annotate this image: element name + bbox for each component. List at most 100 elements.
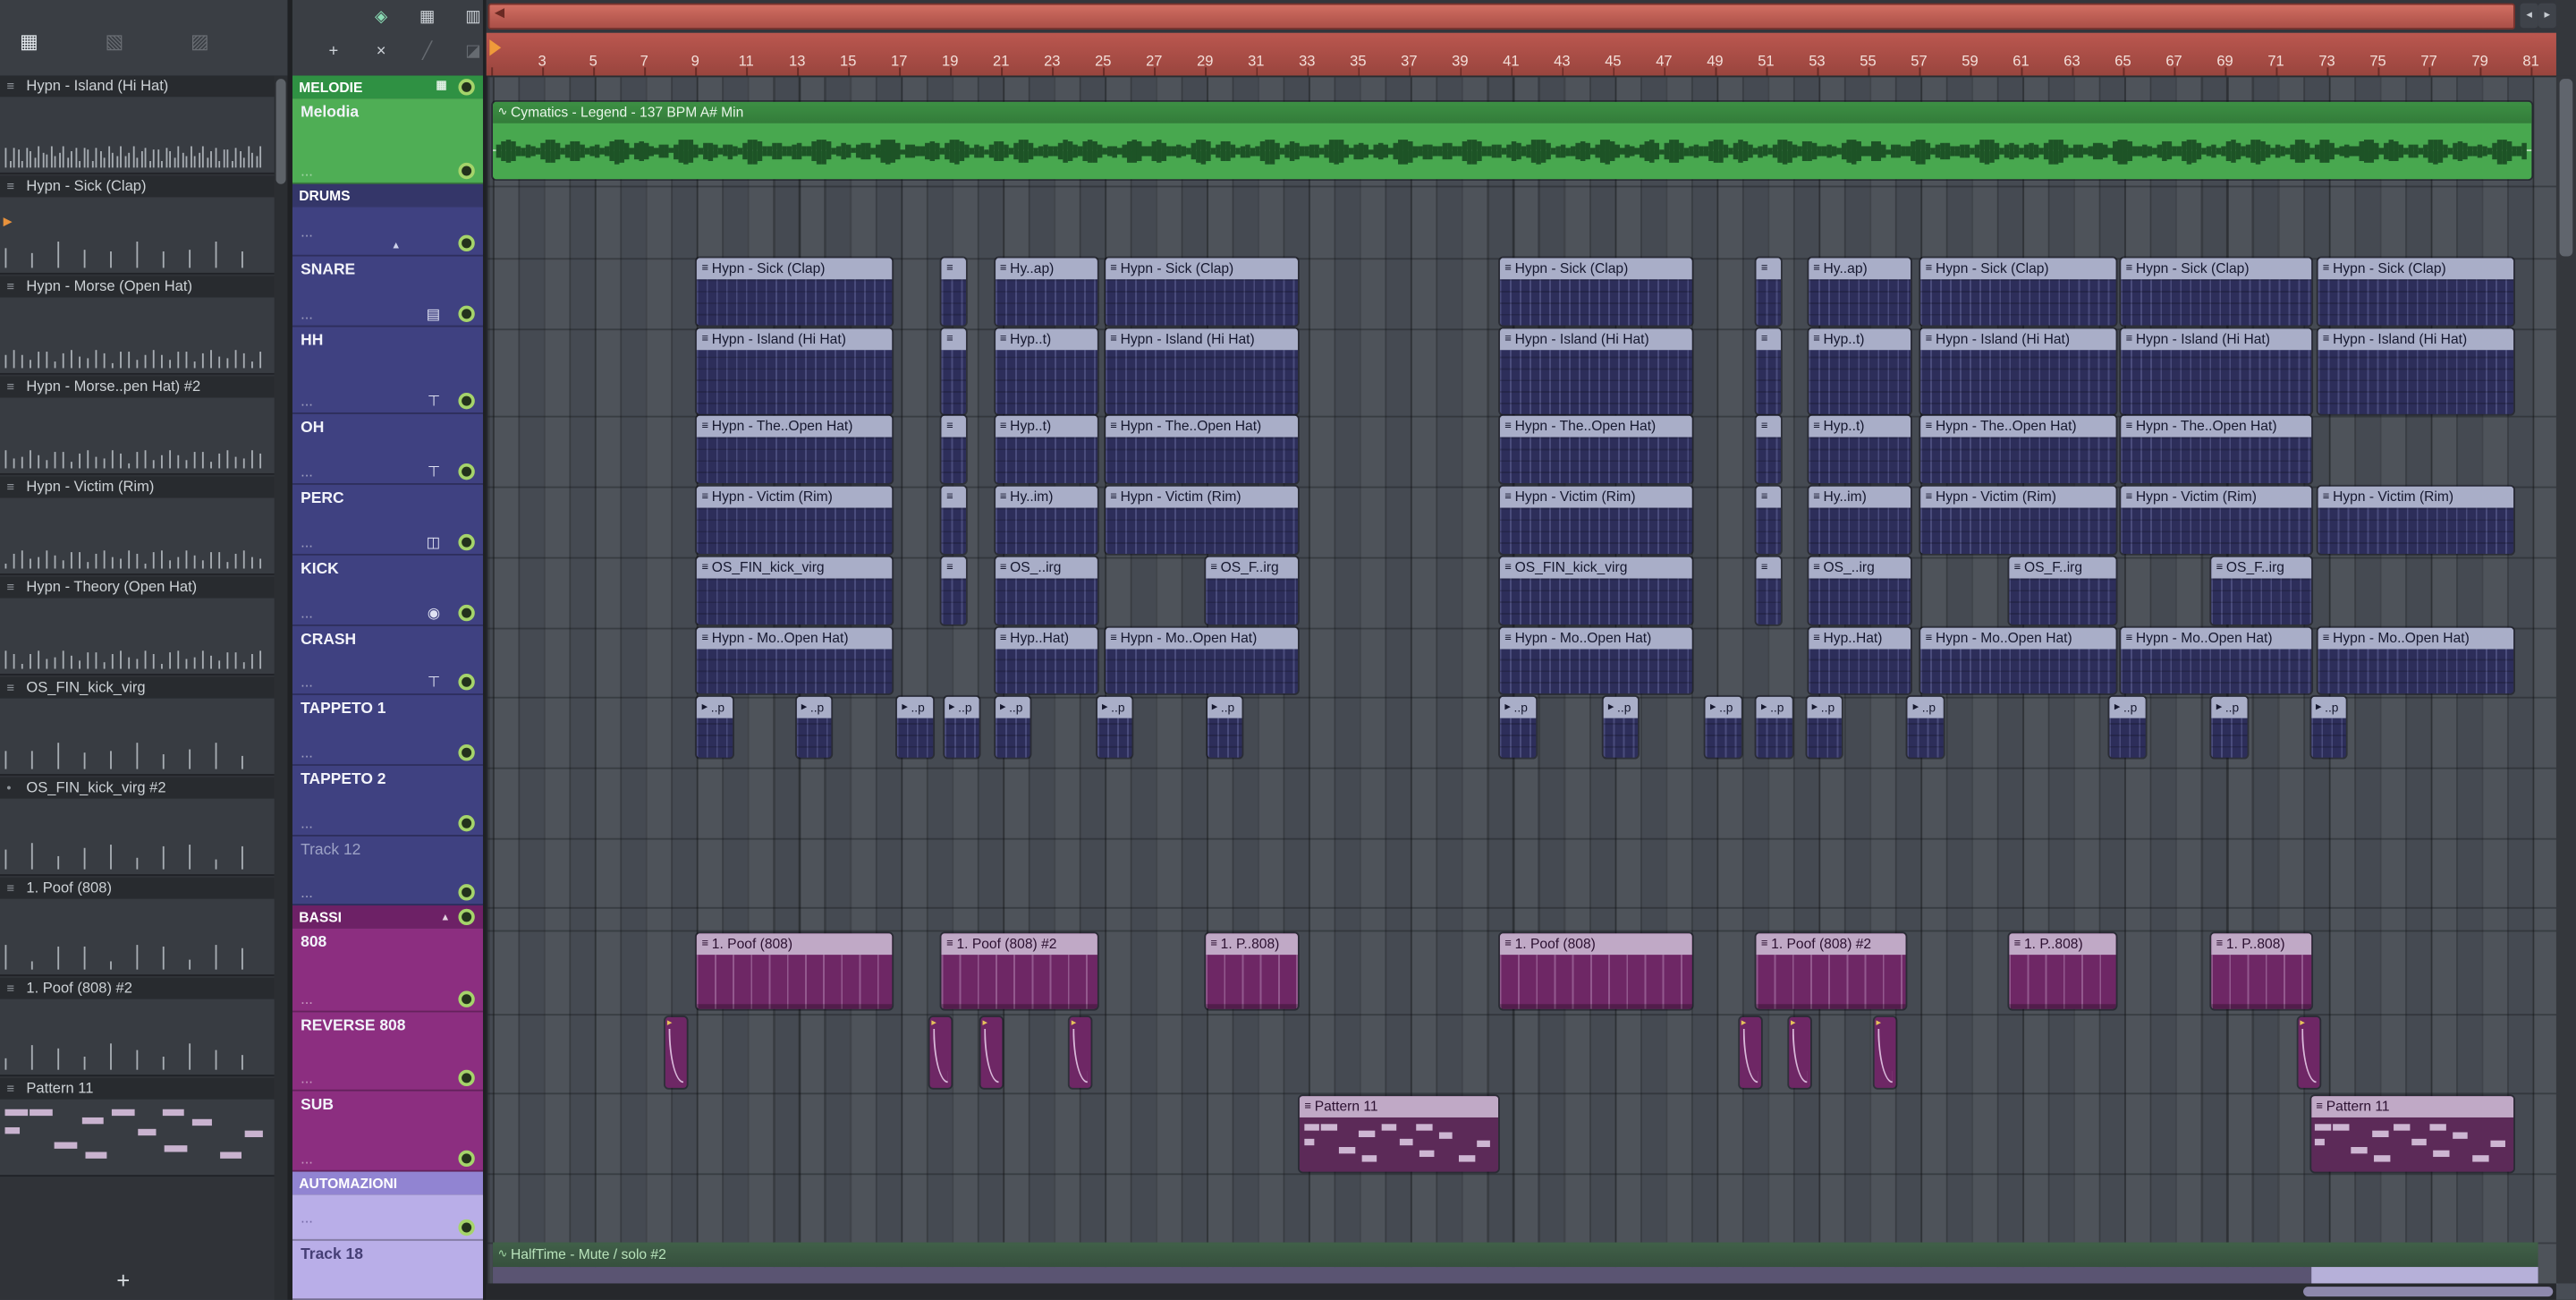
clip-header[interactable]: ≡ OS_F..irg — [2211, 557, 2312, 579]
clip-header[interactable]: ∿ Cymatics - Legend - 137 BPM A# Min — [493, 101, 2531, 123]
clip-header[interactable]: ≡ Hyp..t) — [995, 328, 1097, 351]
track-led[interactable] — [458, 908, 475, 926]
pattern-grid-icon[interactable]: ▥ — [462, 8, 485, 26]
track-led[interactable] — [458, 815, 475, 832]
clip-header[interactable]: ≡ Hyp..Hat) — [995, 627, 1097, 650]
clip-header[interactable]: ≡ Hyp..t) — [1808, 328, 1911, 351]
clip-header[interactable]: ∿ HalfTime - Mute / solo #2 — [493, 1242, 2539, 1268]
clip-crash[interactable]: ≡ Hypn - Mo..Open Hat) — [1920, 627, 2116, 694]
clip-sub[interactable]: ≡ Pattern 11 — [2311, 1096, 2513, 1172]
scroll-right-button[interactable]: ▸ — [2538, 3, 2556, 29]
add-pattern-button[interactable]: + — [98, 1267, 148, 1293]
clip-header[interactable]: ≡ — [941, 258, 967, 280]
clip-kick[interactable]: ≡ OS_F..irg — [1205, 557, 1298, 625]
playlist-grid[interactable]: ∿ Cymatics - Legend - 137 BPM A# Min ≡ Hypn… — [486, 75, 2558, 1286]
clip-header[interactable]: ▸ ..p — [1807, 696, 1843, 718]
track-group-drums[interactable]: DRUMS — [292, 183, 483, 208]
pattern-item[interactable]: ≡ Hypn - Theory (Open Hat) — [0, 576, 275, 677]
slice-icon[interactable]: ╱ — [416, 43, 439, 61]
clip-tappeto-1[interactable]: ▸ ..p — [995, 696, 1030, 758]
clip-reverse-808[interactable]: ▸ — [1069, 1016, 1091, 1088]
pattern-item[interactable]: ≡ Hypn - Victim (Rim) — [0, 476, 275, 577]
clip-tappeto-1[interactable]: ▸ ..p — [2211, 696, 2247, 758]
clip-hh[interactable]: ≡ — [1756, 328, 1782, 414]
clip-perc[interactable]: ≡ Hypn - Victim (Rim) — [1499, 486, 1692, 554]
clip-header[interactable]: ≡ Hypn - Mo..Open Hat) — [1105, 627, 1298, 650]
track-led[interactable] — [458, 162, 475, 180]
clip-header[interactable]: ≡ Hypn - Sick (Clap) — [2121, 258, 2312, 280]
clip-reverse-808[interactable]: ▸ — [665, 1016, 687, 1088]
clip-header[interactable]: ≡ Hy..im) — [1808, 486, 1911, 508]
track-led[interactable] — [458, 744, 475, 761]
pattern-item[interactable]: ≡ OS_FIN_kick_virg — [0, 676, 275, 777]
clip-perc[interactable]: ≡ Hypn - Victim (Rim) — [2121, 486, 2312, 554]
track-header-reverse-808[interactable]: REVERSE 808... — [292, 1012, 483, 1092]
clip-header[interactable]: ≡ Hypn - Island (Hi Hat) — [2121, 328, 2312, 351]
pattern-item[interactable]: ≡ Hypn - Morse (Open Hat) — [0, 276, 275, 377]
playhead-marker[interactable] — [489, 39, 502, 56]
paint-grid-icon[interactable]: ▦ — [416, 8, 439, 26]
magnet-icon[interactable]: ◈ — [369, 8, 393, 26]
clip-tappeto-1[interactable]: ▸ ..p — [1603, 696, 1639, 758]
clip-perc[interactable]: ≡ Hypn - Victim (Rim) — [2318, 486, 2513, 554]
clip-crash[interactable]: ≡ Hypn - Mo..Open Hat) — [2121, 627, 2312, 694]
track-led[interactable] — [458, 533, 475, 551]
clip-header[interactable]: ≡ Hypn - The..Open Hat) — [697, 415, 894, 438]
track-led[interactable] — [458, 234, 475, 252]
clip-header[interactable]: ≡ 1. P..808) — [1205, 933, 1298, 956]
pattern-item[interactable]: ≡ 1. Poof (808) #2 — [0, 977, 275, 1078]
clip-header[interactable]: ≡ Hy..ap) — [1808, 258, 1911, 280]
clip-crash[interactable]: ≡ Hypn - Mo..Open Hat) — [2318, 627, 2513, 694]
scroll-left-button[interactable]: ◂ — [2520, 3, 2538, 29]
vertical-scrollbar[interactable] — [2555, 75, 2576, 1284]
scrollbar-thumb[interactable] — [2303, 1287, 2554, 1297]
clip-tappeto-1[interactable]: ▸ ..p — [1207, 696, 1242, 758]
clip-header[interactable]: ▸ ..p — [1603, 696, 1639, 718]
delete-icon[interactable]: × — [369, 43, 393, 61]
clip-oh[interactable]: ≡ Hyp..t) — [995, 415, 1097, 483]
timeline-ruler[interactable]: 3 5 7 9 11 13 15 17 19 21 23 25 27 29 31 33 35 37 39 41 43 45… — [486, 32, 2556, 78]
pattern-item[interactable]: • OS_FIN_kick_virg #2 — [0, 777, 275, 878]
clip-808[interactable]: ≡ 1. Poof (808) #2 — [941, 933, 1098, 1009]
track-group-bassi[interactable]: BASSI ▲ — [292, 905, 483, 929]
clip-header[interactable]: ≡ — [941, 415, 967, 438]
clip-melodia[interactable]: ∿ Cymatics - Legend - 137 BPM A# Min — [493, 101, 2531, 180]
clip-header[interactable]: ≡ — [941, 557, 967, 579]
clip-header[interactable]: ≡ Hyp..t) — [1808, 415, 1911, 438]
clip-header[interactable]: ≡ Hypn - Mo..Open Hat) — [2318, 627, 2513, 650]
clip-header[interactable]: ≡ Hypn - Mo..Open Hat) — [1920, 627, 2116, 650]
clip-header[interactable]: ▸ ..p — [2109, 696, 2145, 718]
clip-header[interactable]: ≡ Hypn - Victim (Rim) — [2318, 486, 2513, 508]
clip-header[interactable]: ≡ OS_..irg — [995, 557, 1097, 579]
track-header-track-18[interactable]: Track 18 — [292, 1240, 483, 1300]
clip-header[interactable]: ≡ — [1756, 415, 1782, 438]
plugin-picker-icon[interactable]: ▧ — [106, 30, 124, 53]
clip-hh[interactable]: ≡ Hypn - Island (Hi Hat) — [697, 328, 894, 414]
track-header-tappeto-1[interactable]: TAPPETO 1... — [292, 694, 483, 766]
clip-snare[interactable]: ≡ — [1756, 258, 1782, 326]
clip-header[interactable]: ≡ — [941, 328, 967, 351]
track-header-kick[interactable]: KICK... ◉ — [292, 555, 483, 626]
clip-tappeto-1[interactable]: ▸ ..p — [796, 696, 832, 758]
clip-kick[interactable]: ≡ OS_F..irg — [2211, 557, 2312, 625]
clip-header[interactable]: ≡ Hypn - Sick (Clap) — [697, 258, 894, 280]
clip-header[interactable]: ≡ Hypn - The..Open Hat) — [1920, 415, 2116, 438]
clip-header[interactable]: ≡ Hypn - Sick (Clap) — [1105, 258, 1298, 280]
clip-header[interactable]: ▸ ..p — [1207, 696, 1242, 718]
clip-header[interactable]: ≡ OS_..irg — [1808, 557, 1911, 579]
clip-header[interactable]: ≡ Hypn - Victim (Rim) — [2121, 486, 2312, 508]
clip-kick[interactable]: ≡ — [941, 557, 967, 625]
clip-oh[interactable]: ≡ Hypn - The..Open Hat) — [697, 415, 894, 483]
clip-header[interactable]: ≡ Hypn - Island (Hi Hat) — [1920, 328, 2116, 351]
track-header-sub[interactable]: SUB... — [292, 1091, 483, 1172]
clip-kick[interactable]: ≡ OS_FIN_kick_virg — [697, 557, 894, 625]
clip-header[interactable]: ≡ Hy..im) — [995, 486, 1097, 508]
track-header-hh[interactable]: HH... ⊤ — [292, 327, 483, 414]
clip-808[interactable]: ≡ 1. P..808) — [2009, 933, 2116, 1009]
clip-header[interactable]: ≡ Hypn - Victim (Rim) — [1105, 486, 1298, 508]
clip-tappeto-1[interactable]: ▸ ..p — [697, 696, 733, 758]
pattern-item[interactable]: ≡ Pattern 11 — [0, 1077, 275, 1178]
clip-reverse-808[interactable]: ▸ — [2298, 1016, 2320, 1088]
clip-crash[interactable]: ≡ Hypn - Mo..Open Hat) — [1499, 627, 1692, 694]
clip-hh[interactable]: ≡ Hypn - Island (Hi Hat) — [2318, 328, 2513, 414]
